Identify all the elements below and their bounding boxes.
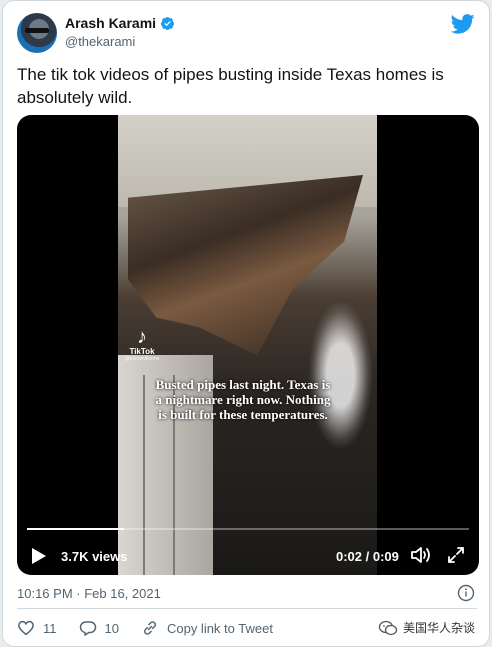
copy-link-button[interactable]: Copy link to Tweet <box>141 619 273 637</box>
video-progress-bar[interactable] <box>27 528 469 530</box>
heart-icon <box>18 620 34 636</box>
volume-icon[interactable] <box>410 545 432 565</box>
twitter-bird-icon[interactable] <box>451 14 475 34</box>
avatar[interactable] <box>17 13 57 53</box>
copy-link-label: Copy link to Tweet <box>166 620 273 636</box>
video-player[interactable]: ♪ TikTok @nonsmithems Busted pipes last … <box>17 115 479 575</box>
video-progress-fill <box>27 528 125 530</box>
expand-icon[interactable] <box>447 546 465 564</box>
tiktok-handle: @nonsmithems <box>124 356 160 362</box>
like-button[interactable]: 11 <box>17 619 57 637</box>
tiktok-label: TikTok <box>129 347 155 356</box>
tweet-actions: 11 10 Copy link to Tweet <box>17 619 295 637</box>
reply-count: 10 <box>104 620 119 636</box>
wechat-icon <box>378 620 398 635</box>
avatar-glasses <box>25 28 49 33</box>
like-count: 11 <box>43 620 57 636</box>
link-icon <box>143 621 156 635</box>
tiktok-watermark: ♪ TikTok @nonsmithems <box>123 327 161 362</box>
view-count: 3.7K views <box>61 549 128 564</box>
author-handle[interactable]: @thekarami <box>65 34 135 49</box>
author-name[interactable]: Arash Karami <box>65 15 156 31</box>
tiktok-logo-icon: ♪ <box>137 326 147 348</box>
verified-badge-icon <box>160 16 175 30</box>
video-caption: Busted pipes last night. Texas is a nigh… <box>155 377 331 422</box>
video-chandelier <box>308 300 373 450</box>
divider <box>17 608 477 609</box>
author-name-row[interactable]: Arash Karami <box>65 15 175 31</box>
tweet-card: Arash Karami @thekarami The tik tok vide… <box>2 0 490 647</box>
video-controls: 3.7K views 0:02 / 0:09 <box>17 540 479 570</box>
info-icon[interactable] <box>457 584 475 602</box>
play-icon[interactable] <box>31 547 47 565</box>
video-time: 0:02 / 0:09 <box>336 549 399 564</box>
wechat-watermark: 美国华人杂谈 <box>378 619 475 636</box>
watermark-text: 美国华人杂谈 <box>402 621 475 635</box>
tweet-text: The tik tok videos of pipes busting insi… <box>17 65 444 107</box>
reply-button[interactable]: 10 <box>79 619 119 637</box>
reply-icon <box>79 621 96 636</box>
tweet-timestamp[interactable]: 10:16 PM · Feb 16, 2021 <box>17 586 161 601</box>
